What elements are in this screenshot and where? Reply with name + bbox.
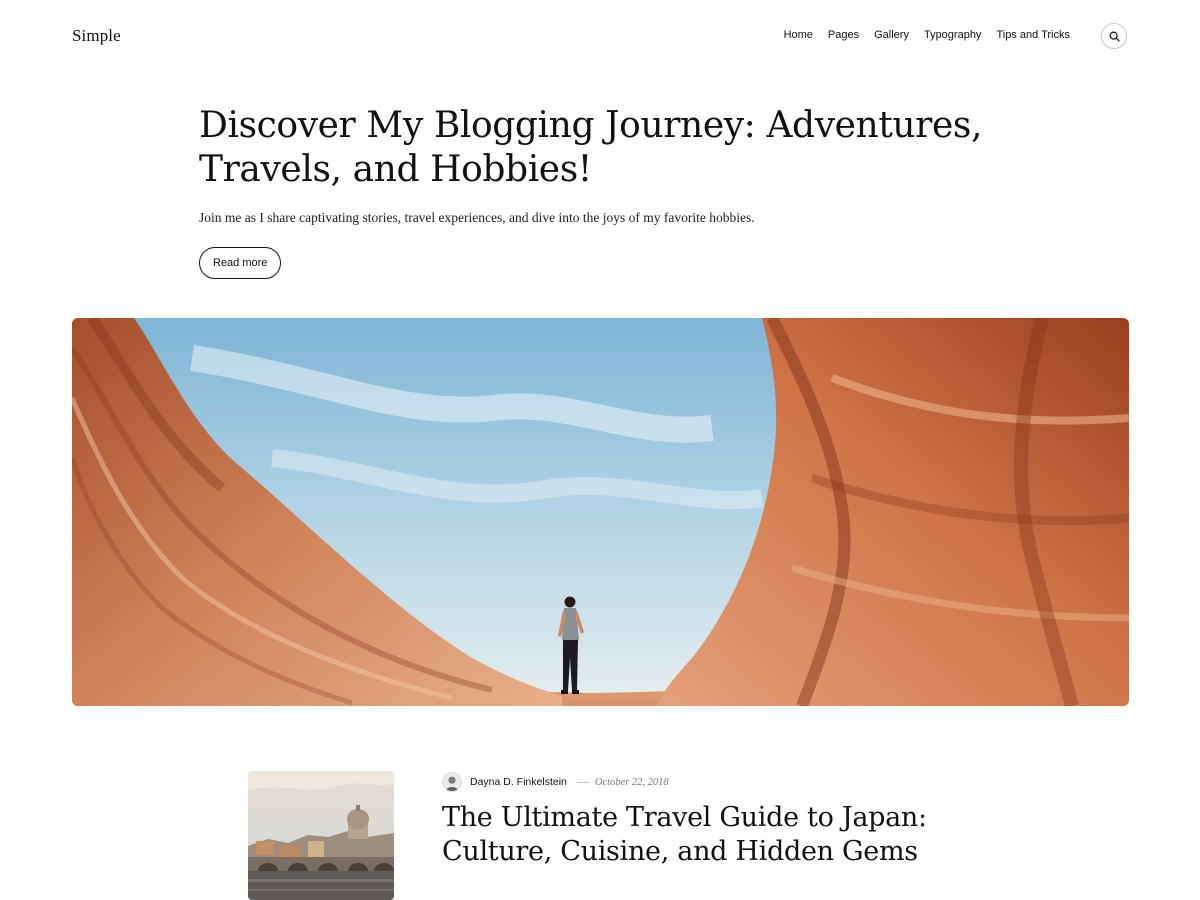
author-avatar (442, 772, 462, 792)
site-header: Simple Home Pages Gallery Typography Tip… (0, 0, 1200, 74)
search-button[interactable] (1101, 23, 1127, 49)
hero-title-line-1: Discover My Blogging Journey: Adventures… (199, 105, 983, 146)
post-author[interactable]: Dayna D. Finkelstein (470, 776, 567, 788)
hero-title-line-2: Travels, and Hobbies! (199, 149, 592, 190)
hero-section: Discover My Blogging Journey: Adventures… (199, 104, 999, 279)
post-date: October 22, 2018 (594, 776, 669, 788)
post-title-line-1: The Ultimate Travel Guide to Japan: (442, 802, 927, 833)
site-title[interactable]: Simple (72, 26, 121, 46)
nav-pages[interactable]: Pages (828, 29, 859, 41)
read-more-button[interactable]: Read more (199, 247, 282, 279)
post-title-line-2: Culture, Cuisine, and Hidden Gems (442, 836, 918, 867)
post-thumbnail[interactable] (248, 771, 394, 900)
post-meta: Dayna D. Finkelstein October 22, 2018 (442, 772, 669, 792)
nav-home[interactable]: Home (784, 29, 813, 41)
nav-typography[interactable]: Typography (924, 29, 981, 41)
hero-image-canyon (72, 318, 1129, 706)
nav-tips-and-tricks[interactable]: Tips and Tricks (996, 29, 1070, 41)
main-nav: Home Pages Gallery Typography Tips and T… (784, 29, 1070, 41)
hero-subtitle: Join me as I share captivating stories, … (199, 210, 755, 225)
hero-title: Discover My Blogging Journey: Adventures… (199, 104, 999, 192)
search-icon (1108, 30, 1120, 42)
post-title[interactable]: The Ultimate Travel Guide to Japan: Cultu… (442, 801, 1002, 869)
meta-divider (576, 781, 589, 783)
nav-gallery[interactable]: Gallery (874, 29, 909, 41)
